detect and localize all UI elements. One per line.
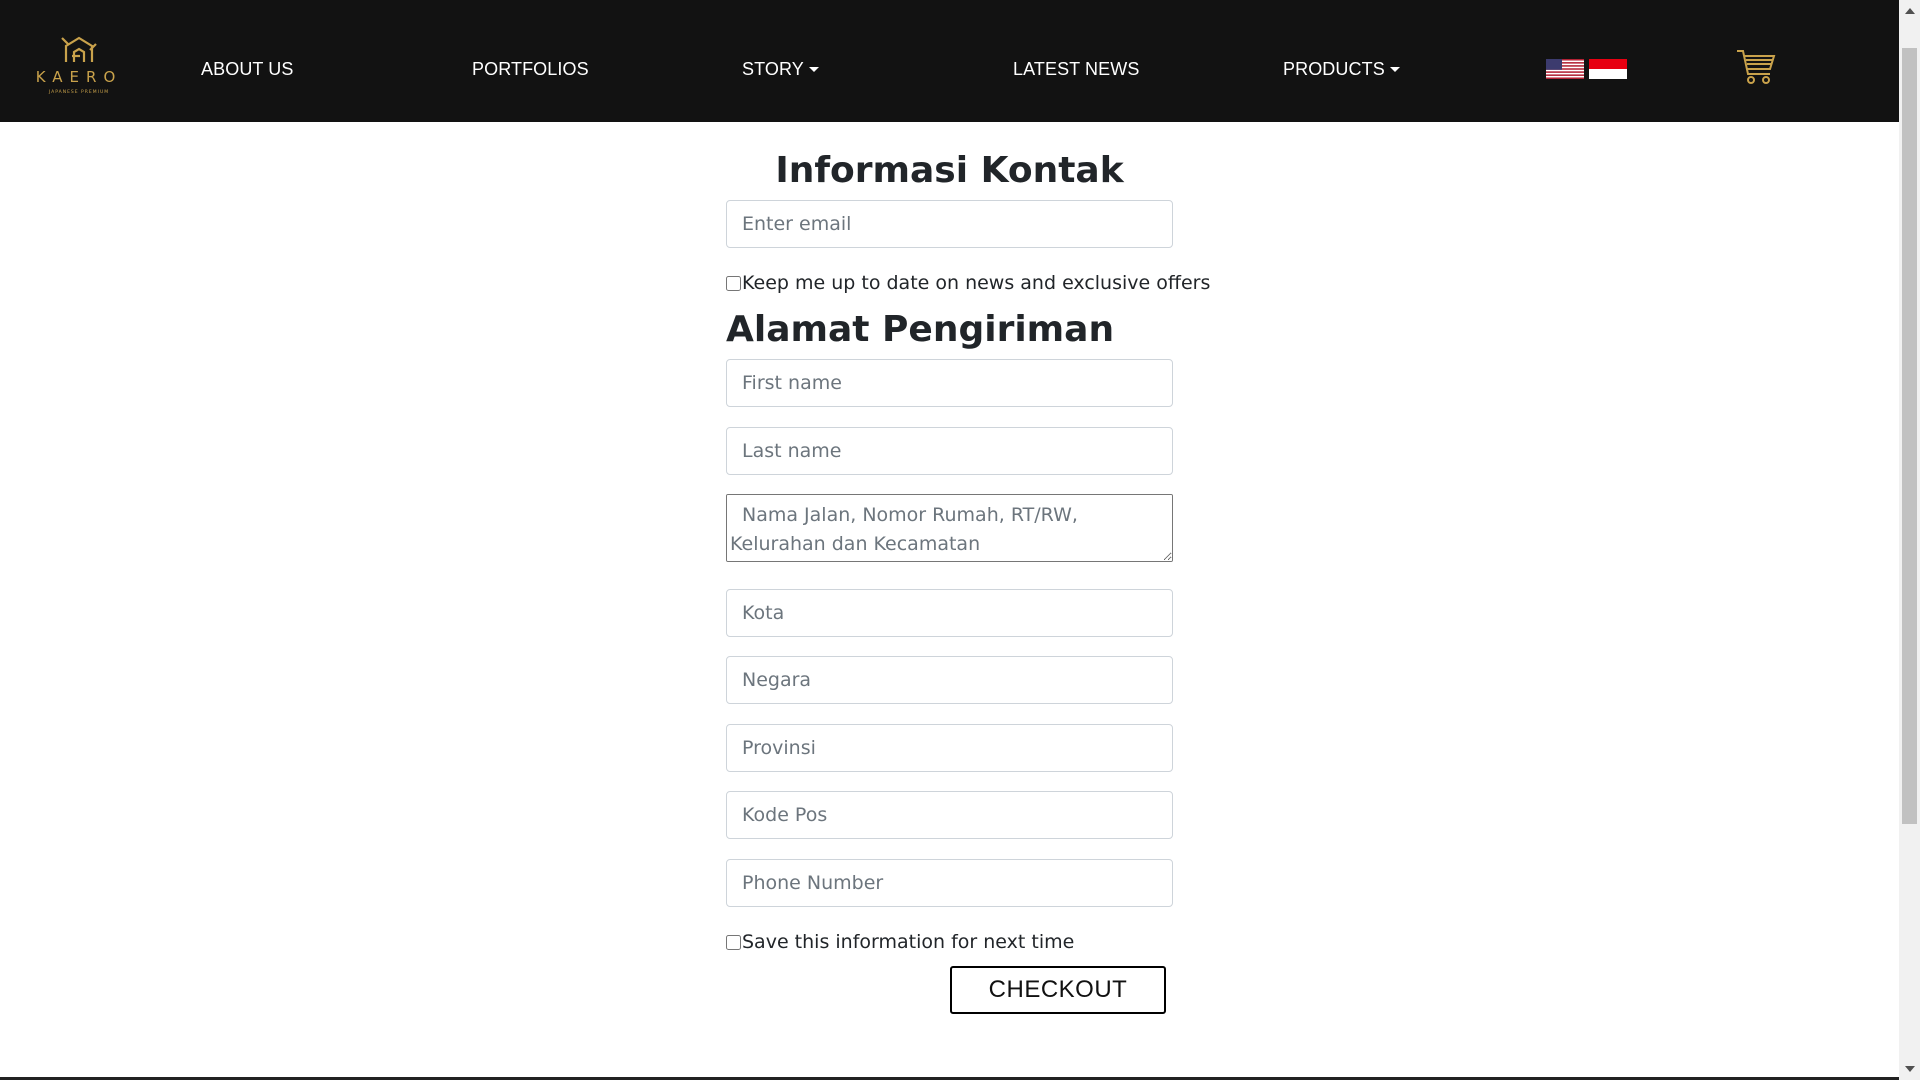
cart-icon[interactable] xyxy=(1736,48,1776,86)
logo-tagline: JAPANESE PREMIUM xyxy=(48,89,109,95)
nav-about-us-label: ABOUT US xyxy=(201,59,294,79)
newsletter-checkbox[interactable] xyxy=(726,275,741,291)
shipping-address-title: Alamat Pengiriman xyxy=(726,309,1115,350)
nav-products-label: PRODUCTS xyxy=(1283,59,1385,79)
nav-latest-news-label: LATEST NEWS xyxy=(1013,59,1140,79)
nav-portfolios[interactable]: PORTFOLIOS xyxy=(472,59,589,80)
save-info-label: Save this information for next time xyxy=(742,931,1075,953)
country-input[interactable] xyxy=(726,656,1173,704)
postal-code-input[interactable] xyxy=(726,791,1173,839)
indonesia-flag-icon[interactable] xyxy=(1589,59,1627,79)
city-input[interactable] xyxy=(726,589,1173,637)
vertical-scrollbar[interactable] xyxy=(1899,0,1920,1080)
save-info-checkbox[interactable] xyxy=(726,934,741,950)
scroll-down-arrow-icon[interactable] xyxy=(1905,1066,1915,1072)
nav-portfolios-label: PORTFOLIOS xyxy=(472,59,589,79)
newsletter-checkbox-row[interactable]: Keep me up to date on news and exclusive… xyxy=(726,272,1210,294)
contact-info-title: Informasi Kontak xyxy=(775,150,1124,191)
nav-latest-news[interactable]: LATEST NEWS xyxy=(1013,59,1139,80)
top-navbar: KAERO JAPANESE PREMIUM ABOUT US PORTFOLI… xyxy=(0,0,1899,122)
caret-down-icon xyxy=(1389,67,1400,72)
newsletter-label: Keep me up to date on news and exclusive… xyxy=(742,272,1211,294)
save-info-checkbox-row[interactable]: Save this information for next time xyxy=(726,931,1074,953)
scrollbar-thumb[interactable] xyxy=(1902,48,1917,824)
province-input[interactable] xyxy=(726,724,1173,772)
nav-products-dropdown[interactable]: PRODUCTS xyxy=(1283,59,1400,80)
us-flag-icon[interactable] xyxy=(1546,59,1584,79)
first-name-input[interactable] xyxy=(726,359,1173,407)
address-textarea[interactable] xyxy=(726,494,1173,562)
logo-wordmark: KAERO xyxy=(36,68,123,86)
nav-about-us[interactable]: ABOUT US xyxy=(201,59,294,80)
last-name-input[interactable] xyxy=(726,427,1173,475)
scroll-up-arrow-icon[interactable] xyxy=(1905,8,1915,14)
phone-number-input[interactable] xyxy=(726,859,1173,907)
nav-story-label: STORY xyxy=(742,59,804,79)
nav-story-dropdown[interactable]: STORY xyxy=(742,59,819,80)
kaero-logo[interactable]: KAERO JAPANESE PREMIUM xyxy=(24,32,134,96)
checkout-button[interactable]: CHECKOUT xyxy=(950,966,1166,1014)
caret-down-icon xyxy=(808,67,819,72)
email-input[interactable] xyxy=(726,200,1173,248)
